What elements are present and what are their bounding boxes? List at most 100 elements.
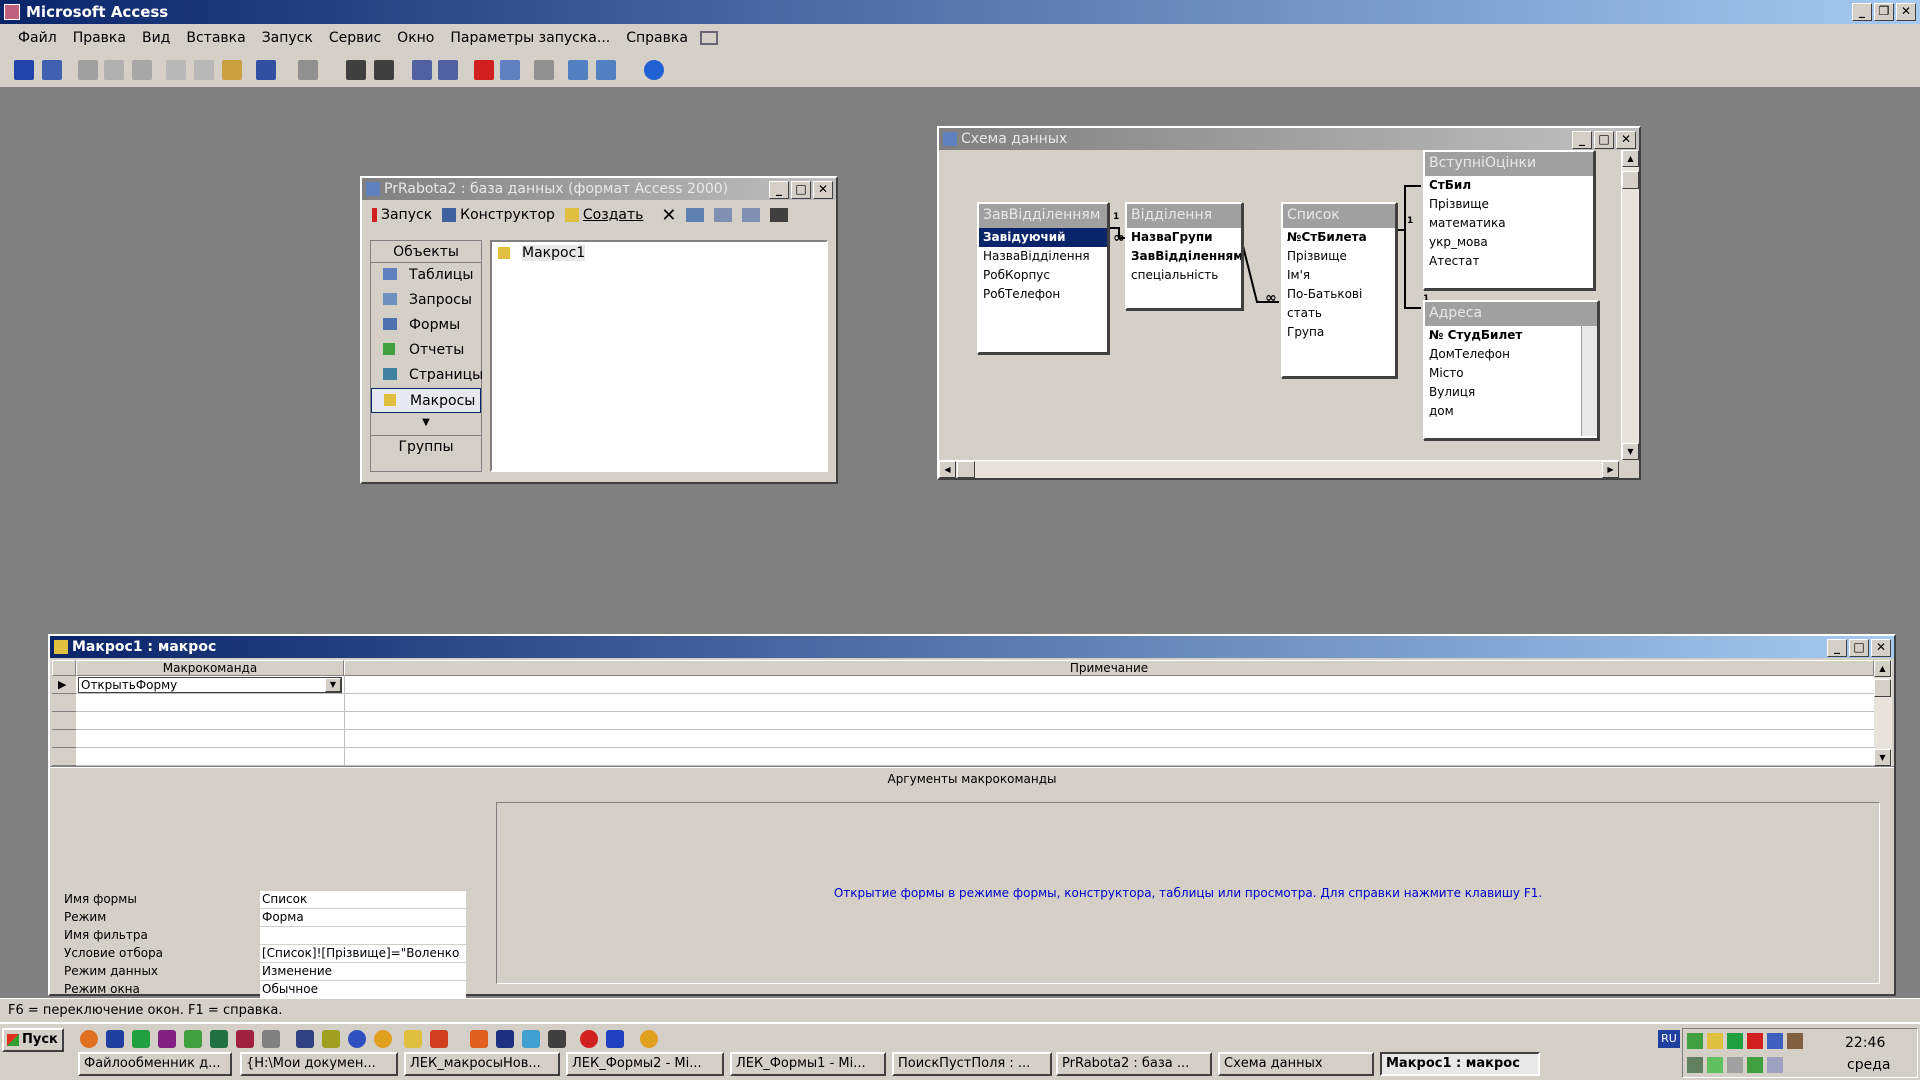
chrome-icon[interactable]: [640, 1030, 658, 1048]
macro-grid-vscrollbar[interactable]: ▲ ▼: [1874, 660, 1892, 766]
cut-icon[interactable]: [166, 60, 186, 80]
undo-icon[interactable]: [256, 60, 276, 80]
table-scrollbar[interactable]: [1581, 326, 1597, 436]
save-tray-icon[interactable]: [296, 1030, 314, 1048]
create-button[interactable]: Создать: [564, 207, 643, 223]
menu-run[interactable]: Запуск: [254, 30, 321, 46]
scroll-right-icon[interactable]: ▶: [1602, 461, 1619, 478]
field[interactable]: СтБил: [1425, 176, 1593, 195]
table-adresa[interactable]: Адреса № СтудБилет ДомТелефон Місто Вули…: [1423, 300, 1599, 440]
field[interactable]: №СтБилета: [1283, 228, 1395, 247]
table-viddilennya[interactable]: Відділення НазваГрупи ЗавВідділенням спе…: [1125, 202, 1243, 310]
action-cell[interactable]: ОткрытьФорму ▼: [78, 677, 342, 693]
tray-icon[interactable]: [1727, 1057, 1743, 1073]
scroll-up-icon[interactable]: ▲: [1622, 150, 1639, 167]
spelling-icon[interactable]: [132, 60, 152, 80]
menu-startup[interactable]: Параметры запуска...: [442, 30, 618, 46]
window-mode-field[interactable]: Обычное: [260, 981, 466, 998]
task-button-active[interactable]: Макрос1 : макрос: [1380, 1052, 1540, 1076]
tray-icon[interactable]: [1767, 1057, 1783, 1073]
print-icon[interactable]: [78, 60, 98, 80]
database-window-maximize-button[interactable]: □: [791, 181, 811, 199]
menu-view[interactable]: Вид: [134, 30, 178, 46]
details-icon[interactable]: [770, 208, 789, 222]
field[interactable]: Завідуючий: [979, 228, 1107, 247]
task-button[interactable]: ЛЕК_макросыНов...: [404, 1052, 560, 1076]
macro-minimize-button[interactable]: _: [1827, 639, 1847, 657]
field[interactable]: стать: [1283, 304, 1395, 323]
field[interactable]: По-Батькові: [1283, 285, 1395, 304]
design-button[interactable]: Конструктор: [442, 207, 555, 223]
media-icon[interactable]: [348, 1030, 366, 1048]
field[interactable]: Прізвище: [1425, 195, 1593, 214]
delete-icon[interactable]: ✕: [661, 205, 676, 226]
where-condition-field[interactable]: [Список]![Прізвище]="Воленко: [260, 945, 466, 962]
language-indicator[interactable]: RU: [1658, 1030, 1680, 1048]
macro-close-button[interactable]: ✕: [1871, 639, 1891, 657]
scroll-down-icon[interactable]: ▼: [1874, 749, 1891, 766]
objects-header[interactable]: Объекты: [371, 241, 481, 263]
note-cell[interactable]: [346, 677, 1872, 693]
field[interactable]: Вулиця: [1425, 383, 1597, 402]
start-button[interactable]: Пуск: [2, 1028, 64, 1052]
task-button[interactable]: Схема данных: [1218, 1052, 1374, 1076]
tray-icon[interactable]: [1767, 1033, 1783, 1049]
objects-item-queries[interactable]: Запросы: [371, 288, 481, 313]
table-spysok[interactable]: Список №СтБилета Прізвище Ім'я По-Батько…: [1281, 202, 1397, 378]
field[interactable]: НазваВідділення: [979, 247, 1107, 266]
relationships-hscrollbar[interactable]: ◀ ▶: [939, 460, 1619, 478]
relationships-minimize-button[interactable]: _: [1572, 131, 1592, 149]
run-icon[interactable]: [474, 60, 494, 80]
field[interactable]: № СтудБилет: [1425, 326, 1597, 345]
column-header-note[interactable]: Примечание: [344, 660, 1874, 676]
menu-tools[interactable]: Сервис: [321, 30, 389, 46]
task-button[interactable]: ЛЕК_Формы2 - Mi...: [566, 1052, 724, 1076]
tray-icon[interactable]: [1787, 1033, 1803, 1049]
table-zavviddilennyam[interactable]: ЗавВідділенням Завідуючий НазваВідділенн…: [977, 202, 1109, 354]
tray-icon[interactable]: [1707, 1033, 1723, 1049]
form-name-field[interactable]: Список: [260, 891, 466, 908]
field[interactable]: спеціальність: [1127, 266, 1241, 285]
app-blue-icon[interactable]: [106, 1030, 124, 1048]
filter-name-field[interactable]: [260, 927, 466, 944]
macro-maximize-button[interactable]: □: [1849, 639, 1869, 657]
access-icon[interactable]: [236, 1030, 254, 1048]
tray-icon[interactable]: [1687, 1057, 1703, 1073]
build-icon[interactable]: [534, 60, 554, 80]
app-icon[interactable]: [470, 1030, 488, 1048]
word-icon[interactable]: [606, 1030, 624, 1048]
scroll-thumb[interactable]: [1874, 679, 1891, 697]
field[interactable]: Прізвище: [1283, 247, 1395, 266]
clock-time[interactable]: 22:46: [1845, 1035, 1885, 1051]
insert-rows-icon[interactable]: [346, 60, 366, 80]
app-close-button[interactable]: ✕: [1896, 3, 1916, 21]
macro-names-icon[interactable]: [412, 60, 432, 80]
database-window-icon[interactable]: [568, 60, 588, 80]
field[interactable]: РобКорпус: [979, 266, 1107, 285]
excel-icon[interactable]: [210, 1030, 228, 1048]
task-button[interactable]: PrRabota2 : база ...: [1056, 1052, 1212, 1076]
app-icon[interactable]: [430, 1030, 448, 1048]
field[interactable]: дом: [1425, 402, 1597, 421]
tray-icon[interactable]: [1747, 1057, 1763, 1073]
scroll-left-icon[interactable]: ◀: [939, 461, 956, 478]
relationships-vscrollbar[interactable]: ▲ ▼: [1621, 150, 1639, 460]
field[interactable]: Атестат: [1425, 252, 1593, 271]
data-mode-field[interactable]: Изменение: [260, 963, 466, 980]
database-window-close-button[interactable]: ✕: [813, 181, 833, 199]
redo-icon[interactable]: [298, 60, 318, 80]
task-button[interactable]: {H:\Мои докумен...: [240, 1052, 398, 1076]
objects-item-reports[interactable]: Отчеты: [371, 338, 481, 363]
opera-icon[interactable]: [580, 1030, 598, 1048]
scroll-up-icon[interactable]: ▲: [1874, 660, 1891, 677]
relationships-maximize-button[interactable]: □: [1594, 131, 1614, 149]
delete-rows-icon[interactable]: [374, 60, 394, 80]
menu-window[interactable]: Окно: [389, 30, 442, 46]
task-button[interactable]: Файлообменник д...: [78, 1052, 232, 1076]
menu-file[interactable]: Файл: [10, 30, 65, 46]
menu-help[interactable]: Справка: [618, 30, 696, 46]
people-icon[interactable]: [322, 1030, 340, 1048]
app-minimize-button[interactable]: _: [1852, 3, 1872, 21]
copy-icon[interactable]: [194, 60, 214, 80]
field[interactable]: Ім'я: [1283, 266, 1395, 285]
